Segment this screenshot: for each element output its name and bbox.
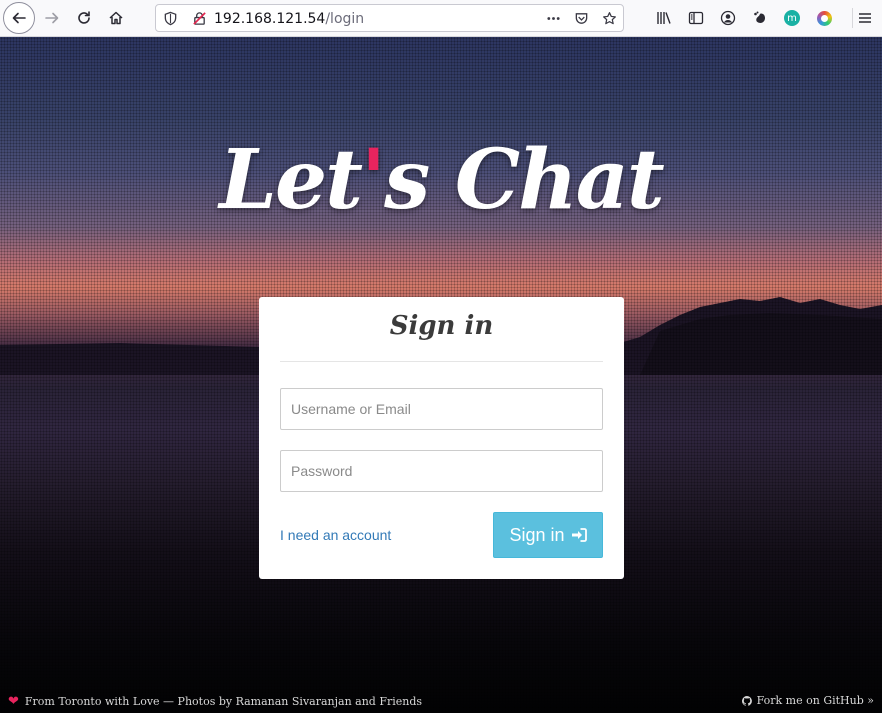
menu-button[interactable] — [851, 4, 879, 32]
account-button[interactable] — [714, 4, 742, 32]
m-extension-icon: m — [784, 10, 800, 26]
footer-credits-text: From Toronto with Love — Photos by Raman… — [24, 695, 423, 708]
need-account-link[interactable]: I need an account — [280, 527, 391, 543]
back-icon — [12, 12, 26, 24]
forward-button[interactable] — [38, 4, 66, 32]
logo-apostrophe: ' — [361, 132, 386, 228]
heart-icon: ❤ — [8, 694, 19, 709]
logo-text-end: s Chat — [384, 132, 665, 228]
url-text: 192.168.121.54/login — [214, 11, 364, 27]
signin-button[interactable]: Sign in — [493, 512, 603, 558]
github-link-text: Fork me on GitHub » — [756, 694, 874, 707]
reload-button[interactable] — [70, 4, 98, 32]
username-input[interactable] — [280, 388, 603, 430]
library-button[interactable] — [650, 4, 678, 32]
signin-title: Sign in — [389, 311, 494, 341]
color-extension-button[interactable] — [810, 4, 838, 32]
app-logo: Let's Chat — [0, 132, 882, 228]
logo-text-start: Let — [219, 132, 363, 228]
sign-in-icon — [571, 528, 587, 542]
more-icon[interactable] — [545, 10, 561, 26]
m-extension-button[interactable]: m — [778, 4, 806, 32]
library-icon — [657, 12, 671, 24]
browser-toolbar: 192.168.121.54/login m — [0, 0, 882, 37]
footer-credits: ❤ From Toronto with Love — Photos by Ram… — [8, 694, 422, 709]
github-link[interactable]: Fork me on GitHub » — [741, 694, 874, 707]
menu-icon — [859, 13, 871, 23]
url-path: /login — [325, 11, 365, 27]
insecure-lock-icon[interactable] — [191, 10, 207, 26]
password-input[interactable] — [280, 450, 603, 492]
reload-icon — [78, 11, 90, 24]
url-host: 192.168.121.54 — [214, 11, 326, 27]
gnome-extension-icon — [754, 11, 765, 23]
back-button[interactable] — [3, 2, 35, 34]
github-icon — [741, 695, 752, 706]
color-extension-icon — [816, 10, 832, 26]
pocket-icon[interactable] — [573, 10, 589, 26]
shield-icon[interactable] — [162, 10, 178, 26]
forward-icon — [45, 12, 59, 24]
sidebar-button[interactable] — [682, 4, 710, 32]
address-bar[interactable]: 192.168.121.54/login — [155, 4, 624, 32]
account-icon — [720, 10, 736, 26]
signin-card: Sign in I need an account Sign in — [259, 297, 624, 579]
title-divider — [280, 361, 603, 362]
signin-button-label: Sign in — [509, 524, 565, 545]
gnome-extension-button[interactable] — [746, 4, 774, 32]
home-button[interactable] — [102, 4, 130, 32]
bookmark-star-icon[interactable] — [601, 10, 617, 26]
home-icon — [109, 11, 123, 25]
m-extension-label: m — [787, 12, 797, 24]
sidebar-icon — [688, 11, 704, 25]
